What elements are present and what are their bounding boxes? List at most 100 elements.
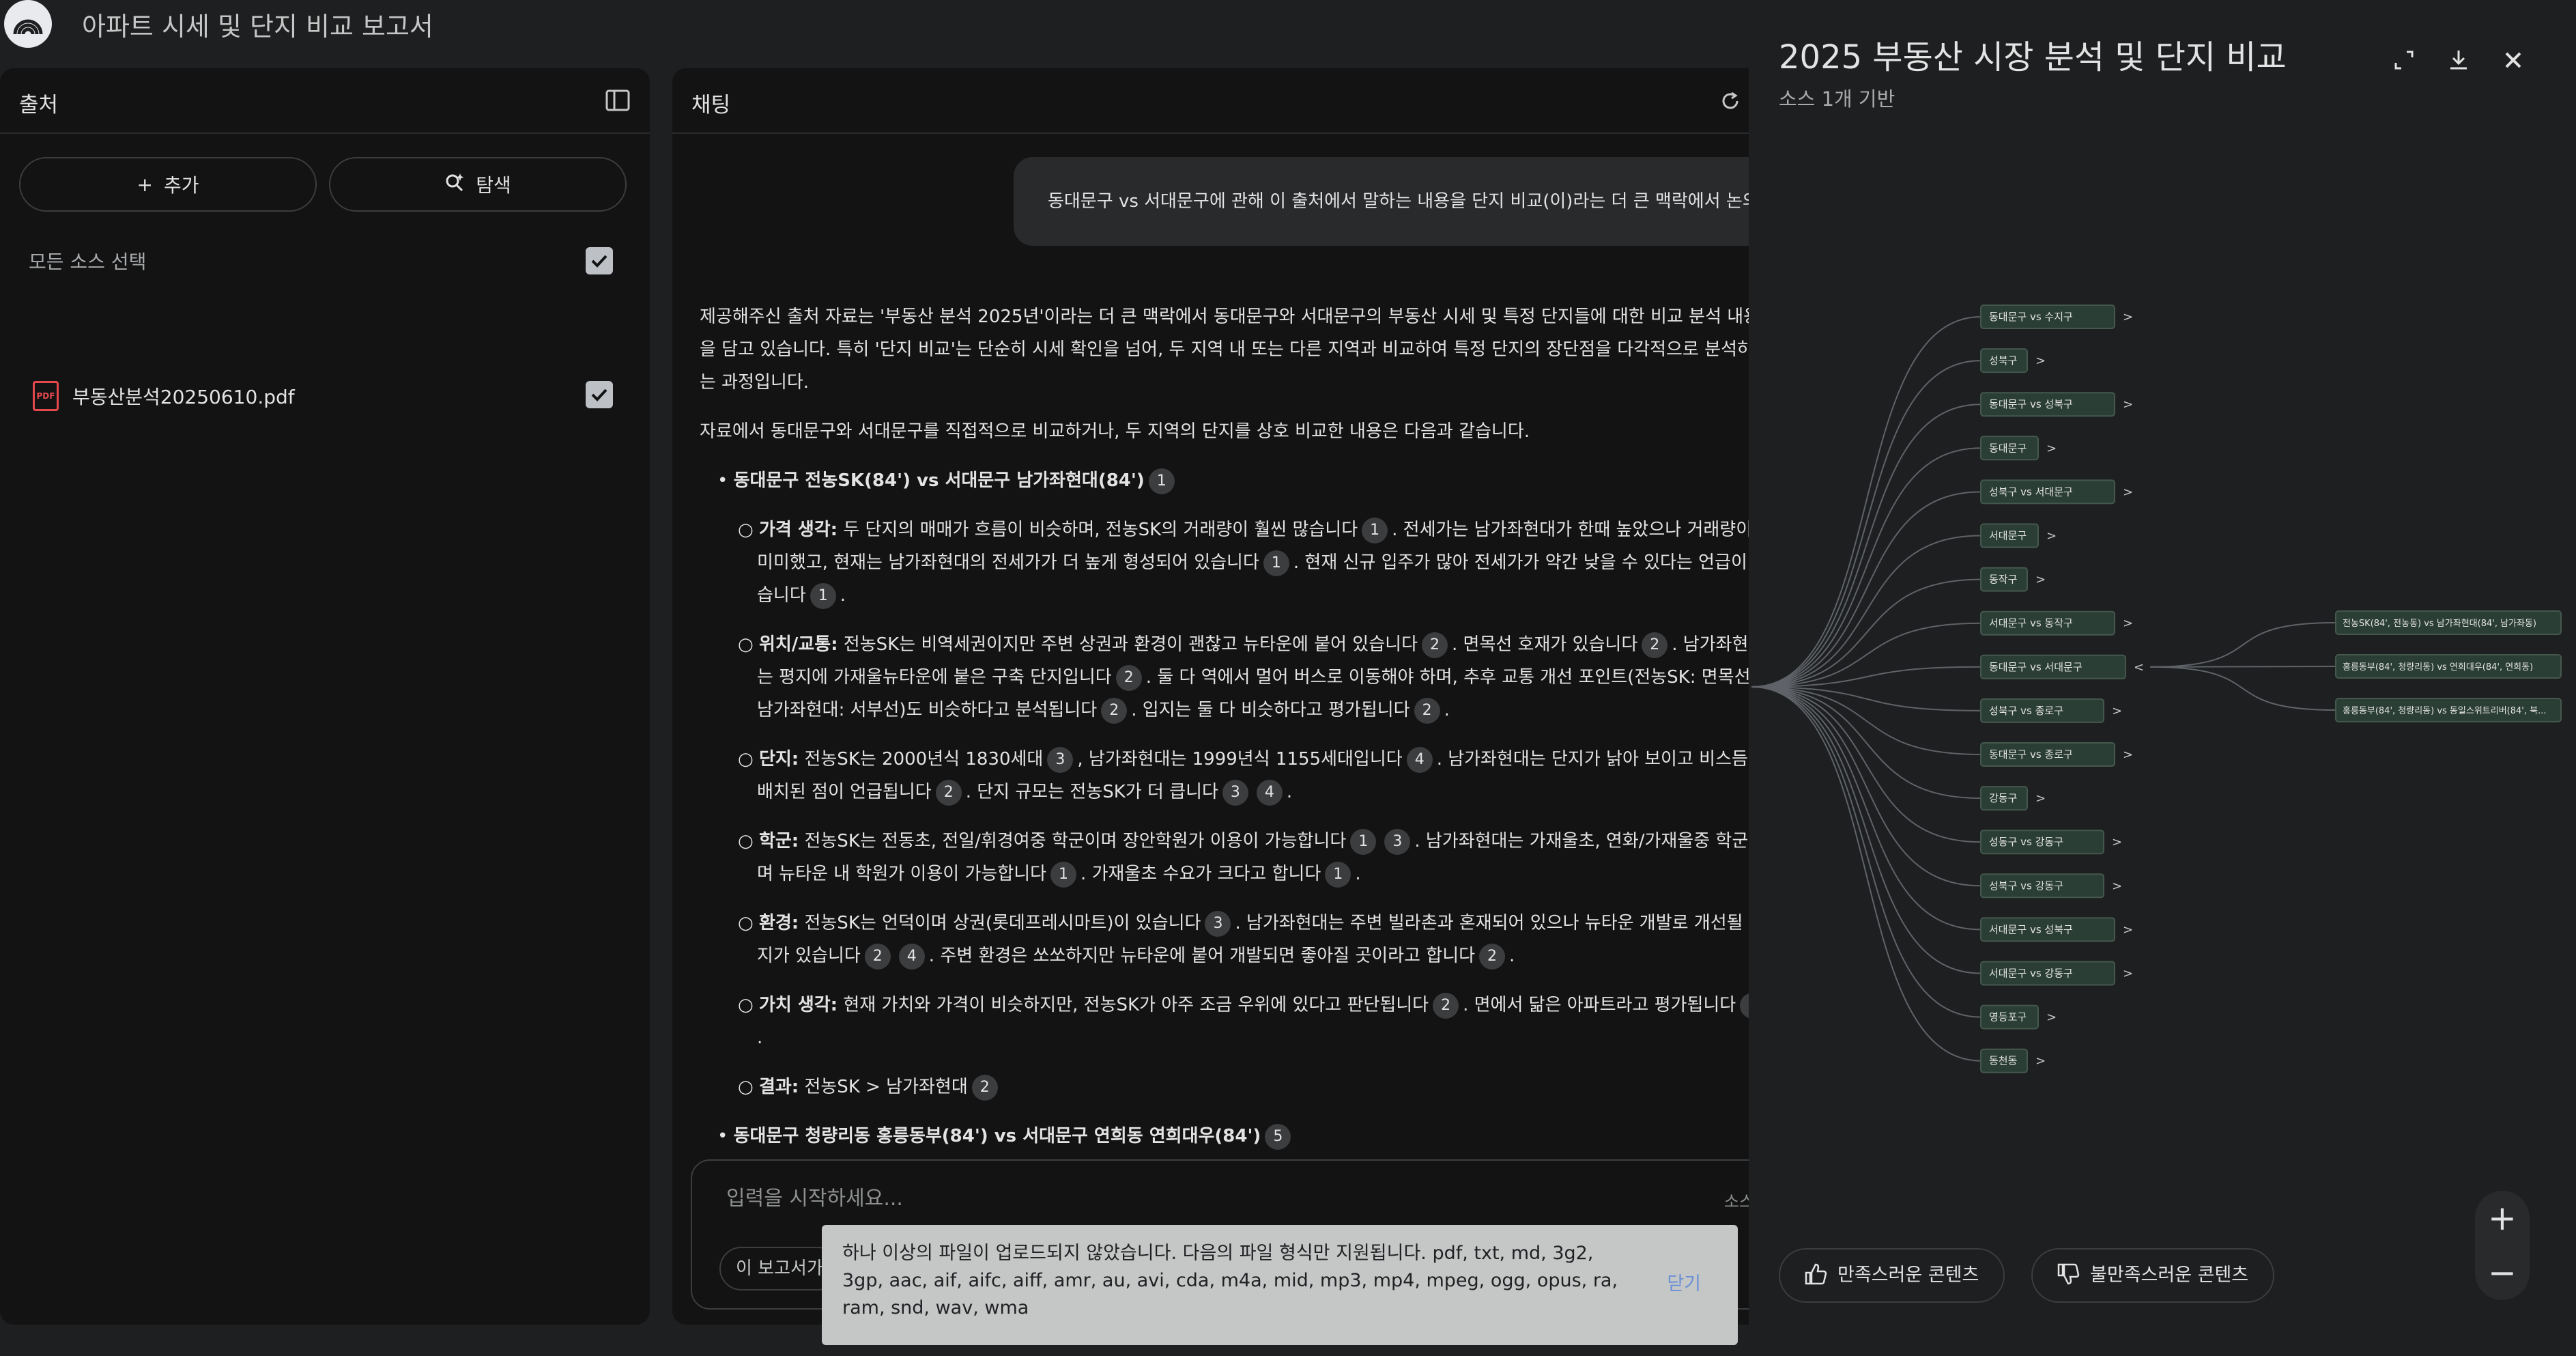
mindmap-node[interactable]: 성북구 vs 종로구 > <box>1980 698 2122 723</box>
select-all-label: 모든 소스 선택 <box>29 251 147 273</box>
mindmap-child-node[interactable]: 전농SK(84', 전농동) vs 남가좌현대(84', 남가좌동) <box>2335 610 2562 635</box>
select-all-checkbox[interactable] <box>586 247 613 274</box>
citation-badge[interactable]: 2 <box>1642 632 1668 658</box>
mindmap-canvas[interactable]: 동대문구 vs 수지구 >성북구 >동대문구 vs 성북구 >동대문구 >성북구 vs … <box>1749 0 2576 1356</box>
citation-badge[interactable]: 2 <box>1414 697 1440 724</box>
source-checkbox[interactable] <box>586 381 613 408</box>
refresh-icon[interactable] <box>1717 87 1744 115</box>
citation-badge[interactable]: 3 <box>1205 910 1231 937</box>
mindmap-node-label: 동대문구 vs 종로구 <box>1989 748 2073 761</box>
mindmap-node[interactable]: 강동구 > <box>1980 786 2046 811</box>
app-root: 아파트 시세 및 단지 비교 보고서 출처 + 추가 탐색 모든 소스 선택 P… <box>0 0 2576 1356</box>
expand-chevron-icon: < <box>2134 660 2144 675</box>
notebook-title[interactable]: 아파트 시세 및 단지 비교 보고서 <box>82 5 433 43</box>
notebook-logo-icon[interactable] <box>4 0 52 48</box>
citation-badge[interactable]: 2 <box>864 943 891 970</box>
bullet-text: 며 뉴타운 내 학원가 이용이 가능합니다 <box>757 864 1047 884</box>
price-bullet: ○ 가격 생각: 두 단지의 매매가 흐름이 비슷하며, 전농SK의 거래량이 … <box>700 513 1769 612</box>
zoom-out-button[interactable]: − <box>2475 1245 2530 1300</box>
mindmap-link <box>1751 447 1981 688</box>
thumbs-down-button[interactable]: 불만족스러운 콘텐츠 <box>2031 1248 2275 1303</box>
mindmap-node[interactable]: 동천동 > <box>1980 1048 2046 1073</box>
citation-badge[interactable]: 5 <box>1265 1123 1291 1150</box>
mindmap-node[interactable]: 동대문구 vs 서대문구 < <box>1980 654 2144 679</box>
explore-sources-button[interactable]: 탐색 <box>329 157 627 212</box>
citation-badge[interactable]: 1 <box>1148 468 1175 494</box>
citation-badge[interactable]: 2 <box>971 1074 998 1101</box>
citation-badge[interactable]: 1 <box>1263 550 1289 576</box>
comparison-title: 동대문구 전농SK(84') vs 서대문구 남가좌현대(84') <box>733 470 1145 491</box>
add-source-button[interactable]: + 추가 <box>19 157 317 212</box>
expand-chevron-icon: > <box>2123 922 2133 937</box>
mindmap-node[interactable]: 동대문구 vs 성북구 > <box>1980 392 2133 417</box>
response-line: 제공해주신 출처 자료는 '부동산 분석 2025년'이라는 더 큰 맥락에서 … <box>700 307 1760 327</box>
citation-badge[interactable]: 2 <box>935 779 962 806</box>
mindmap-node[interactable]: 동작구 > <box>1980 567 2046 592</box>
collapse-panel-icon[interactable] <box>603 86 632 115</box>
mindmap-node-label: 성북구 vs 서대문구 <box>1989 485 2073 498</box>
bullet-text: . 둘 다 역에서 멀어 버스로 이동해야 하며, 추후 교통 개선 포인트(전… <box>1145 667 1756 688</box>
toast-close-button[interactable]: 닫기 <box>1667 1269 1701 1295</box>
citation-badge[interactable]: 4 <box>1406 746 1433 773</box>
citation-badge[interactable]: 3 <box>1222 779 1248 806</box>
thumbs-up-button[interactable]: 만족스러운 콘텐츠 <box>1779 1248 2005 1303</box>
bullet-text: . 현재 신규 입주가 많아 전세가가 약간 낮을 수 있다는 언급이 있 <box>1293 552 1770 573</box>
mindmap-node[interactable]: 서대문구 vs 동작구 > <box>1980 610 2133 636</box>
source-item[interactable]: PDF 부동산분석20250610.pdf <box>33 367 620 422</box>
citation-badge[interactable]: 2 <box>1115 664 1142 691</box>
citation-badge[interactable]: 2 <box>1422 632 1448 658</box>
mindmap-child-node[interactable]: 홍릉동부(84', 청량리동) vs 연희대우(84', 연희동) <box>2335 654 2562 679</box>
chat-input-placeholder[interactable]: 입력을 시작하세요... <box>726 1181 903 1211</box>
mindmap-node[interactable]: 영등포구 > <box>1980 1004 2057 1030</box>
citation-badge[interactable]: 2 <box>1479 943 1506 970</box>
close-icon[interactable] <box>2497 44 2530 76</box>
bullet-text: . 전세가는 남가좌현대가 한때 높았으나 거래량이 <box>1392 520 1753 540</box>
mindmap-node[interactable]: 동대문구 > <box>1980 436 2057 461</box>
environment-bullet: ○ 환경: 전농SK는 언덕이며 상권(롯데프레시마트)이 있습니다 3. 남가좌… <box>700 907 1765 972</box>
citation-badge[interactable]: 4 <box>898 943 925 970</box>
search-sparkle-icon <box>444 172 465 197</box>
top-bar: 아파트 시세 및 단지 비교 보고서 <box>0 0 1747 66</box>
mindmap-node[interactable]: 동대문구 vs 수지구 > <box>1980 305 2133 329</box>
mindmap-node[interactable]: 성북구 > <box>1980 348 2046 373</box>
expand-chevron-icon: > <box>2046 1011 2057 1025</box>
bullet-text: . 가재울초 수요가 크다고 합니다 <box>1081 864 1321 884</box>
citation-badge[interactable]: 2 <box>1433 992 1459 1019</box>
mindmap-title: 2025 부동산 시장 분석 및 단지 비교 <box>1779 38 2287 76</box>
citation-badge[interactable]: 2 <box>1101 697 1128 724</box>
bullet-text: 전농SK는 언덕이며 상권(롯데프레시마트)이 있습니다 <box>804 913 1201 933</box>
citation-badge[interactable]: 1 <box>1325 861 1351 888</box>
location-bullet: ○ 위치/교통: 전농SK는 비역세권이지만 주변 상권과 환경이 괜찮고 뉴타… <box>700 628 1764 726</box>
mindmap-node-label: 성북구 vs 종로구 <box>1989 705 2063 717</box>
citation-badge[interactable]: 1 <box>1350 828 1377 855</box>
mindmap-node-label: 성북구 vs 강동구 <box>1989 879 2063 892</box>
mindmap-link <box>1751 686 1981 800</box>
expand-chevron-icon: > <box>2035 354 2046 368</box>
mindmap-node[interactable]: 성북구 vs 서대문구 > <box>1980 479 2133 505</box>
citation-badge[interactable]: 4 <box>1256 779 1283 806</box>
citation-badge[interactable]: 1 <box>1362 517 1388 543</box>
comparison-title: 동대문구 청량리동 홍릉동부(84') vs 서대문구 연희동 연희대우(84'… <box>733 1126 1261 1146</box>
mindmap-node[interactable]: 성동구 vs 강동구 > <box>1980 830 2122 855</box>
expand-chevron-icon: > <box>2046 529 2057 543</box>
expand-icon[interactable] <box>2388 44 2420 76</box>
citation-badge[interactable]: 1 <box>810 582 836 609</box>
bullet-text: 전농SK는 2000년식 1830세대 <box>804 749 1044 769</box>
download-icon[interactable] <box>2442 44 2475 76</box>
mindmap-node[interactable]: 서대문구 vs 강동구 > <box>1980 961 2133 986</box>
mindmap-node[interactable]: 성북구 vs 강동구 > <box>1980 873 2122 899</box>
citation-badge[interactable]: 3 <box>1384 828 1411 855</box>
mindmap-node[interactable]: 서대문구 vs 성북구 > <box>1980 917 2133 942</box>
mindmap-node[interactable]: 서대문구 > <box>1980 523 2057 548</box>
bullet-text: . <box>1444 700 1450 720</box>
mindmap-node-label: 동대문구 <box>1989 442 2027 454</box>
mindmap-node-label: 동대문구 vs 서대문구 <box>1989 661 2083 673</box>
zoom-in-button[interactable]: + <box>2475 1191 2530 1245</box>
mindmap-node-label: 동대문구 vs 성북구 <box>1989 398 2073 410</box>
citation-badge[interactable]: 1 <box>1050 861 1077 888</box>
citation-badge[interactable]: 3 <box>1047 746 1074 773</box>
mindmap-nodes: 동대문구 vs 수지구 >성북구 >동대문구 vs 성북구 >동대문구 >성북구 vs … <box>1980 305 2562 1073</box>
mindmap-node[interactable]: 동대문구 vs 종로구 > <box>1980 742 2133 767</box>
mindmap-child-node[interactable]: 홍릉동부(84', 청량리동) vs 동일스위트리버(84', 북... <box>2335 698 2562 722</box>
user-message-text: 동대문구 vs 서대문구에 관해 이 출처에서 말하는 내용을 단지 비교(이)… <box>1048 191 1759 212</box>
